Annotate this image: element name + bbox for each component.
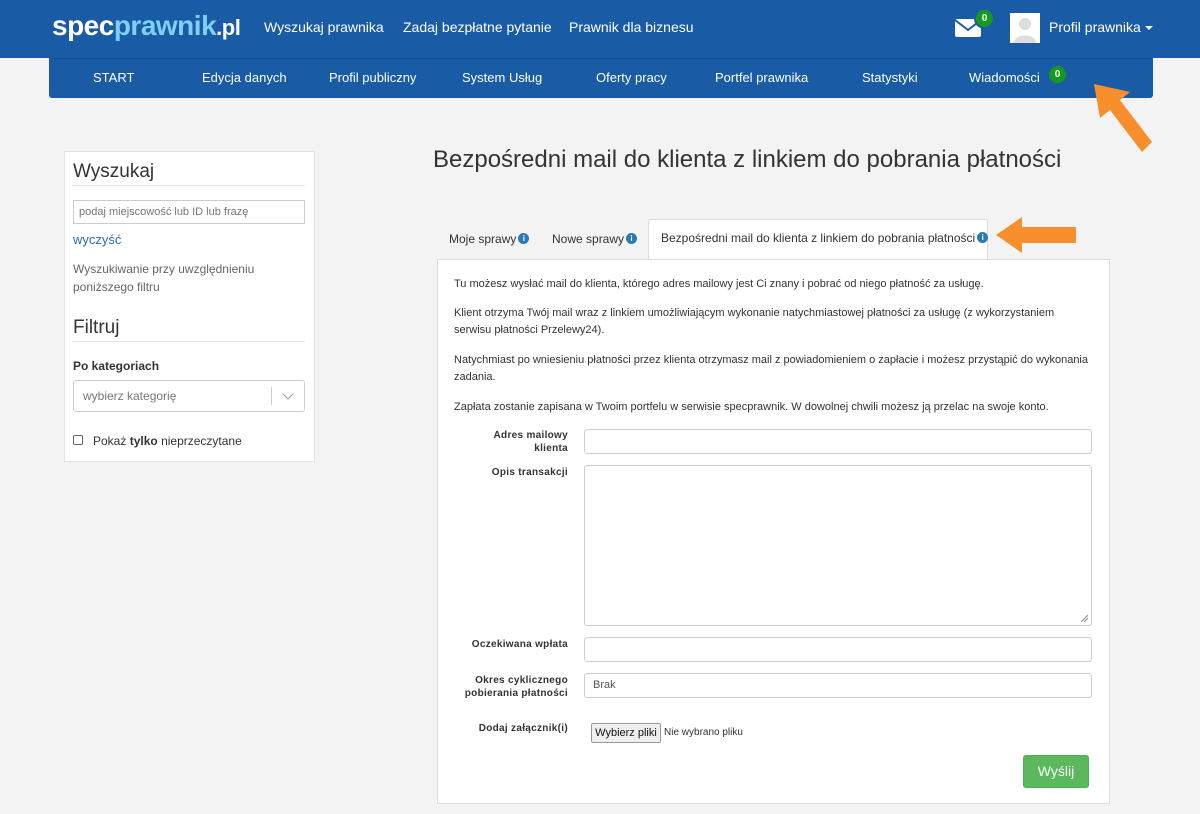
attachment-label: Dodaj załącznik(i) xyxy=(478,723,568,734)
category-label: Po kategoriach xyxy=(73,359,160,373)
divider xyxy=(271,387,272,405)
tab-new-cases[interactable]: Nowe sprawy i xyxy=(552,232,638,246)
filter-heading: Filtruj xyxy=(73,317,120,338)
nav-find-lawyer[interactable]: Wyszukaj prawnika xyxy=(264,19,384,35)
subnav-statistics[interactable]: Statystyki xyxy=(862,70,918,85)
cycle-field[interactable]: Brak xyxy=(584,673,1092,698)
tab-my-cases[interactable]: Moje sprawy i xyxy=(449,232,530,246)
avatar[interactable] xyxy=(1010,13,1040,43)
resize-handle-icon[interactable] xyxy=(1080,614,1088,622)
divider xyxy=(73,185,305,186)
amount-field[interactable] xyxy=(584,637,1092,662)
amount-label: Oczekiwana wpłata xyxy=(471,639,568,650)
form-panel: Tu możesz wysłać mail do klienta, któreg… xyxy=(437,259,1110,804)
email-field[interactable] xyxy=(584,429,1092,454)
top-navbar: specprawnik.pl Wyszukaj prawnika Zadaj b… xyxy=(0,0,1200,58)
site-logo[interactable]: specprawnik.pl xyxy=(52,10,241,42)
tab-direct-mail[interactable]: Bezpośredni mail do klienta z linkiem do… xyxy=(648,219,989,260)
clear-link[interactable]: wyczyść xyxy=(73,232,121,247)
subnav-wallet[interactable]: Portfel prawnika xyxy=(715,70,808,85)
search-heading: Wyszukaj xyxy=(73,161,155,182)
messages-count-badge: 0 xyxy=(1047,64,1068,85)
subnav-public-profile[interactable]: Profil publiczny xyxy=(329,70,416,85)
sidebar: Wyszukaj wyczyść Wyszukiwanie przy uwzgl… xyxy=(64,151,315,462)
unread-only-checkbox[interactable]: Pokaż tylko nieprzeczytane xyxy=(73,434,242,448)
arrow-pointer-icon xyxy=(1094,84,1152,152)
user-placeholder-icon xyxy=(1014,18,1036,43)
choose-files-button[interactable]: Wybierz pliki xyxy=(591,723,661,743)
info-icon[interactable]: i xyxy=(977,232,989,244)
search-input[interactable] xyxy=(73,200,305,224)
intro-paragraph: Tu możesz wysłać mail do klienta, któreg… xyxy=(454,278,984,290)
description-textarea[interactable] xyxy=(584,465,1092,626)
intro-paragraph: Klient otrzyma Twój mail wraz z linkiem … xyxy=(454,307,1055,336)
profile-menu[interactable]: Profil prawnika xyxy=(1049,19,1153,35)
file-status: Nie wybrano pliku xyxy=(664,727,743,738)
arrow-pointer-icon xyxy=(996,217,1076,253)
divider xyxy=(73,341,305,342)
mail-count-badge: 0 xyxy=(974,8,995,29)
info-icon[interactable]: i xyxy=(518,233,530,245)
secondary-navbar: START Edycja danych Profil publiczny Sys… xyxy=(49,58,1153,98)
subnav-service-system[interactable]: System Usług xyxy=(462,70,542,85)
send-button[interactable]: Wyślij xyxy=(1023,755,1089,788)
email-label: Adres mailowy klienta xyxy=(493,430,568,454)
chevron-down-icon xyxy=(282,388,294,400)
subnav-job-offers[interactable]: Oferty pracy xyxy=(596,70,667,85)
intro-paragraph: Zapłata zostanie zapisana w Twoim portfe… xyxy=(454,401,1049,413)
checkbox-box[interactable] xyxy=(73,435,83,446)
page-title: Bezpośredni mail do klienta z linkiem do… xyxy=(433,146,1062,173)
description-label: Opis transakcji xyxy=(491,467,568,478)
nav-free-question[interactable]: Zadaj bezpłatne pytanie xyxy=(403,19,552,35)
caret-down-icon xyxy=(1144,26,1153,31)
nav-business[interactable]: Prawnik dla biznesu xyxy=(569,19,694,35)
subnav-start[interactable]: START xyxy=(93,70,134,85)
subnav-edit-data[interactable]: Edycja danych xyxy=(202,70,287,85)
filter-note: Wyszukiwanie przy uwzględnieniu poniższe… xyxy=(73,262,255,294)
cycle-label: Okres cyklicznego pobierania płatności xyxy=(464,675,568,699)
subnav-messages[interactable]: Wiadomości xyxy=(969,70,1040,85)
intro-paragraph: Natychmiast po wniesieniu płatności prze… xyxy=(454,354,1088,383)
info-icon[interactable]: i xyxy=(626,233,638,245)
category-select[interactable]: wybierz kategorię xyxy=(73,380,305,412)
